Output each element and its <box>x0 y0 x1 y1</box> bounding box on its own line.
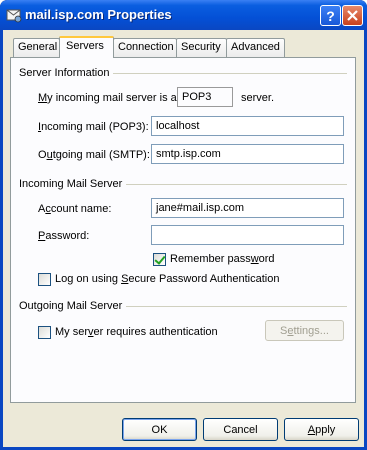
help-button[interactable]: ? <box>320 5 341 26</box>
ok-button[interactable]: OK <box>122 418 197 441</box>
incoming-server-type-suffix: server. <box>241 92 275 104</box>
requires-auth-checkbox[interactable] <box>38 326 51 339</box>
question-icon: ? <box>326 7 335 24</box>
tab-general[interactable]: General <box>13 38 60 57</box>
group-title-server-information: Server Information <box>19 67 114 79</box>
password-field[interactable] <box>151 225 344 245</box>
password-label: Password: <box>38 230 90 242</box>
dialog-client-area: General Servers Connection Security Adva… <box>3 30 364 447</box>
close-button[interactable] <box>342 5 363 26</box>
mail-account-icon <box>6 9 22 23</box>
remember-password-checkbox[interactable] <box>153 253 166 266</box>
servers-tab-panel: Server Information My incoming mail serv… <box>10 57 356 403</box>
requires-auth-label[interactable]: My server requires authentication <box>55 326 218 338</box>
remember-password-label[interactable]: Remember password <box>170 253 275 265</box>
account-name-label: Account name: <box>38 203 112 215</box>
cancel-button[interactable]: Cancel <box>203 418 278 441</box>
outgoing-mail-field[interactable]: smtp.isp.com <box>151 144 344 164</box>
incoming-mail-label: Incoming mail (POP3): <box>38 121 149 133</box>
apply-button[interactable]: Apply <box>284 418 359 441</box>
tab-connection[interactable]: Connection <box>113 38 177 57</box>
close-icon <box>347 10 358 21</box>
incoming-mail-field[interactable]: localhost <box>151 116 344 136</box>
properties-dialog: mail.isp.com Properties ? General Server… <box>0 0 367 450</box>
title-bar[interactable]: mail.isp.com Properties ? <box>0 0 367 30</box>
tab-security[interactable]: Security <box>176 38 227 57</box>
incoming-server-type-label: My incoming mail server is a <box>38 92 177 104</box>
tab-advanced[interactable]: Advanced <box>226 38 285 57</box>
settings-button[interactable]: Se ttings... <box>265 320 344 341</box>
secure-password-auth-checkbox[interactable] <box>38 273 51 286</box>
window-title: mail.isp.com Properties <box>25 7 172 22</box>
group-title-outgoing-mail-server: Outgoing Mail Server <box>19 300 127 312</box>
incoming-server-type-value: POP3 <box>177 87 233 107</box>
outgoing-mail-label: Outgoing mail (SMTP): <box>38 149 150 161</box>
account-name-field[interactable]: jane#mail.isp.com <box>151 198 344 218</box>
secure-password-auth-label[interactable]: Log on using Secure Password Authenticat… <box>55 273 279 285</box>
group-title-incoming-mail-server: Incoming Mail Server <box>19 178 127 190</box>
tab-servers[interactable]: Servers <box>59 36 114 58</box>
